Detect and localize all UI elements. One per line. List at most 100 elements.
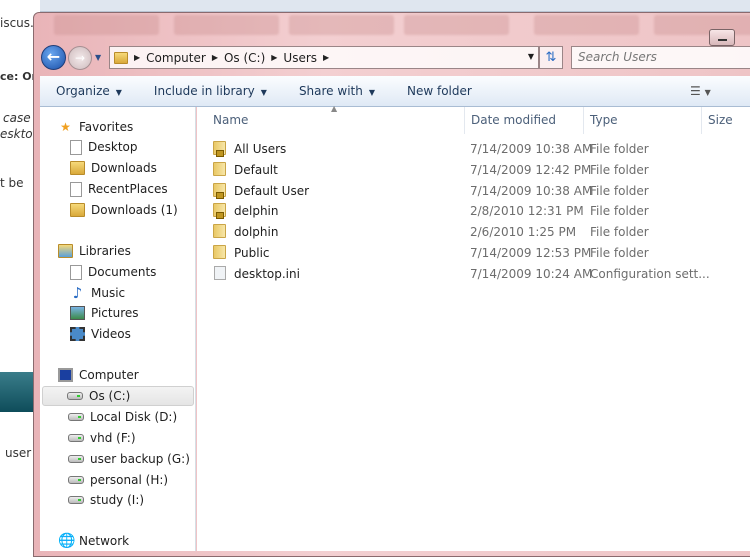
file-date: 7/14/2009 12:42 PM [470,162,592,177]
nav-label: Downloads [91,161,157,175]
nav-label: Downloads (1) [91,203,178,217]
file-type: File folder [590,183,649,198]
nav-item-f-drive[interactable]: vhd (F:) [68,428,136,448]
nav-label: Music [91,286,126,300]
view-options-button[interactable]: ☰ ▼ [690,84,711,98]
nav-label: Videos [91,327,131,341]
file-name: Public [234,246,270,260]
organize-button[interactable]: Organize ▼ [40,84,138,98]
nav-item-music[interactable]: ♪ Music [70,283,125,303]
nav-item-downloads-1[interactable]: Downloads (1) [70,200,178,220]
file-row[interactable]: delphin 2/8/2010 12:31 PM File folder [207,201,747,221]
nav-favorites[interactable]: ★ Favorites [58,117,133,137]
chevron-right-icon[interactable]: ▶ [212,53,218,62]
nav-item-i-drive[interactable]: study (I:) [68,490,144,510]
drive-icon [68,434,84,442]
nav-item-d-drive[interactable]: Local Disk (D:) [68,407,177,427]
nav-label: Computer [79,368,139,382]
nav-label: RecentPlaces [88,182,168,196]
lock-icon [216,212,224,220]
nav-item-desktop[interactable]: Desktop [70,137,138,157]
nav-libraries[interactable]: Libraries [58,241,131,261]
navigation-pane: ★ Favorites Desktop Downloads RecentPlace… [40,107,196,551]
downloads-folder-icon [70,161,85,175]
file-date: 7/14/2009 12:53 PM [470,246,592,260]
nav-item-g-drive[interactable]: user backup (G:) [68,449,190,469]
file-date: 2/8/2010 12:31 PM [470,204,584,219]
forward-button[interactable]: → [68,46,92,70]
drive-icon [68,496,84,504]
chevron-right-icon[interactable]: ▶ [271,53,277,62]
share-label: Share with [298,84,363,98]
chevron-right-icon[interactable]: ▶ [134,53,140,62]
search-input[interactable]: Search Users [571,46,750,69]
file-date: 2/6/2010 1:25 PM [470,225,577,240]
breadcrumb-c-drive[interactable]: Os (C:) [224,51,265,65]
nav-network[interactable]: 🌐 Network [58,531,129,551]
address-dropdown-icon[interactable]: ▼ [528,52,534,61]
nav-label: user backup (G:) [90,452,190,466]
file-list: Name ▲ Date modified Type Size All Users… [197,104,750,551]
nav-label: study (I:) [90,493,145,507]
nav-item-c-drive[interactable]: Os (C:) [42,386,194,406]
refresh-button[interactable]: ⇅ [539,46,563,69]
share-with-button[interactable]: Share with ▼ [283,84,391,98]
nav-item-documents[interactable]: Documents [70,262,156,282]
file-row[interactable]: Default 7/14/2009 12:42 PM File folder [207,160,747,180]
file-date: 7/14/2009 10:38 AM [470,183,593,198]
file-row[interactable]: dolphin 2/6/2010 1:25 PM File folder [207,222,747,242]
drive-icon [68,476,84,484]
nav-label: vhd (F:) [90,431,136,445]
column-header-type[interactable]: Type [584,107,702,134]
nav-item-pictures[interactable]: Pictures [70,303,139,323]
folder-icon [70,203,85,217]
libraries-icon [58,244,73,258]
back-button[interactable]: ← [41,45,66,70]
chevron-right-icon[interactable]: ▶ [323,53,329,62]
file-row[interactable]: desktop.ini 7/14/2009 10:24 AM Configurati… [207,264,747,284]
drive-icon [68,413,84,421]
file-date: 7/14/2009 10:24 AM [470,266,593,281]
file-name: Default [234,162,278,177]
nav-item-downloads[interactable]: Downloads [70,158,157,178]
drive-icon [68,455,84,463]
file-name: desktop.ini [234,266,300,281]
computer-icon [58,368,73,382]
chevron-down-icon: ▼ [260,88,267,97]
videos-icon [70,327,85,341]
nav-computer[interactable]: Computer [58,365,139,385]
include-in-library-button[interactable]: Include in library ▼ [138,84,283,98]
file-row[interactable]: All Users 7/14/2009 10:38 AM File folder [207,139,747,159]
column-header-size[interactable]: Size [702,107,750,134]
file-row[interactable]: Default User 7/14/2009 10:38 AM File folde… [207,181,747,201]
lock-icon [216,150,224,157]
music-icon: ♪ [72,284,83,302]
folder-icon [213,245,226,259]
breadcrumb-users[interactable]: Users [283,51,317,65]
minimize-button[interactable] [709,29,735,46]
documents-icon [70,264,82,280]
file-name: Default User [234,183,310,198]
settings-file-icon [214,265,226,280]
star-icon: ★ [60,120,71,134]
windows-drive-icon [67,392,83,400]
lock-icon [216,191,224,199]
address-bar[interactable]: ▶ Computer ▶ Os (C:) ▶ Users ▶ ▼ [109,46,539,69]
file-name: dolphin [234,225,279,240]
folder-icon [213,161,226,176]
file-type: File folder [590,246,649,260]
nav-item-videos[interactable]: Videos [70,324,131,344]
network-icon: 🌐 [58,533,76,549]
file-row[interactable]: Public 7/14/2009 12:53 PM File folder [207,243,747,263]
background-text: case [3,111,31,125]
locked-folder-icon [213,141,226,157]
nav-item-recentplaces[interactable]: RecentPlaces [70,179,168,199]
breadcrumb-computer[interactable]: Computer [146,51,206,65]
recent-pages-dropdown[interactable]: ▼ [95,53,101,62]
nav-item-h-drive[interactable]: personal (H:) [68,470,168,490]
file-type: File folder [590,162,649,177]
column-header-date[interactable]: Date modified [465,107,584,134]
nav-label: Desktop [88,140,138,154]
command-bar: Organize ▼ Include in library ▼ Share with… [40,76,750,107]
new-folder-button[interactable]: New folder [391,84,488,98]
